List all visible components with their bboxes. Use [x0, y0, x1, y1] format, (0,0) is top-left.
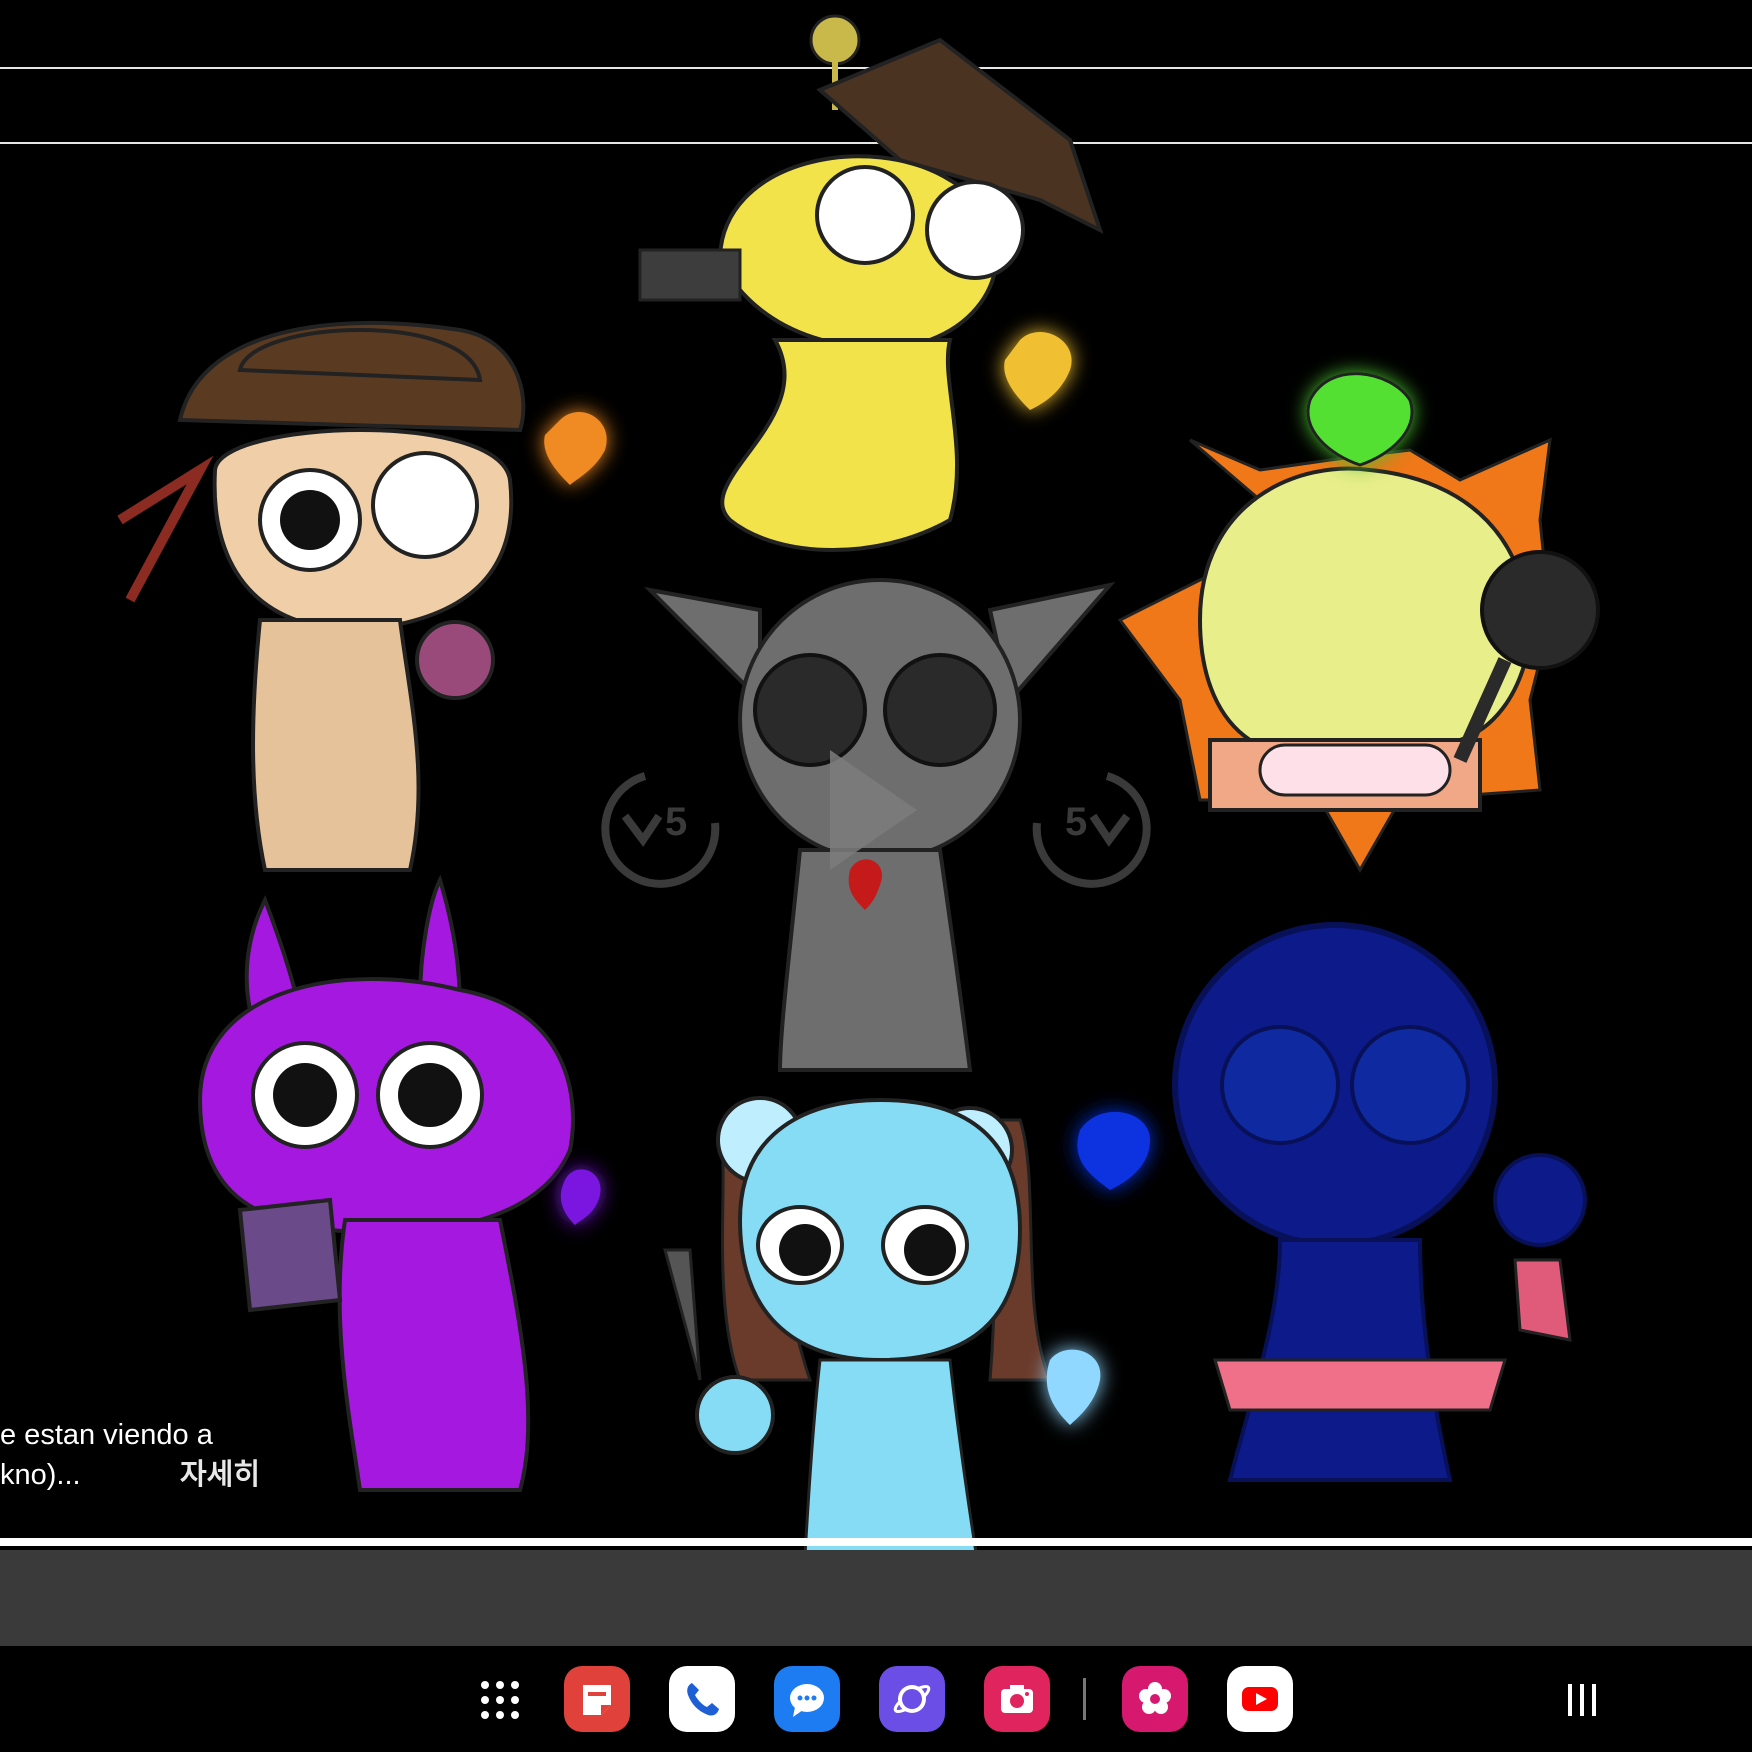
forward-5-button[interactable]: 5	[1017, 758, 1157, 888]
notes-app-icon[interactable]	[564, 1666, 630, 1732]
video-player[interactable]: 5 5 e estan viendo a kno)... 자세히	[0, 0, 1752, 1650]
purple-character	[197, 874, 601, 1492]
messages-app-icon[interactable]	[774, 1666, 840, 1732]
taskbar-divider	[1083, 1678, 1086, 1720]
apps-grid-icon[interactable]	[478, 1678, 522, 1722]
more-link[interactable]: 자세히	[180, 1455, 260, 1495]
taskbar	[0, 1650, 1752, 1752]
rewind-arrow-icon	[621, 813, 663, 847]
progress-bar[interactable]	[0, 1538, 1752, 1546]
bottom-panel	[0, 1550, 1752, 1646]
gallery-app-icon[interactable]	[1122, 1666, 1188, 1732]
recent-apps-icon[interactable]	[1562, 1680, 1602, 1720]
phone-app-icon[interactable]	[669, 1666, 735, 1732]
forward-arrow-icon	[1089, 813, 1131, 847]
camera-app-icon[interactable]	[984, 1666, 1050, 1732]
tan-character	[117, 320, 607, 872]
rewind-seconds-label: 5	[665, 800, 688, 844]
dark-blue-character	[1077, 922, 1587, 1482]
yellow-character	[638, 14, 1104, 552]
description-line-1: e estan viendo a	[0, 1419, 213, 1451]
forward-seconds-label: 5	[1065, 800, 1088, 844]
internet-app-icon[interactable]	[879, 1666, 945, 1732]
video-description[interactable]: e estan viendo a kno)... 자세히	[0, 1415, 300, 1495]
play-icon	[830, 750, 917, 870]
youtube-app-icon[interactable]	[1227, 1666, 1293, 1732]
orange-sun-character	[1117, 372, 1600, 874]
play-button[interactable]	[812, 740, 932, 880]
rewind-5-button[interactable]: 5	[595, 758, 735, 888]
